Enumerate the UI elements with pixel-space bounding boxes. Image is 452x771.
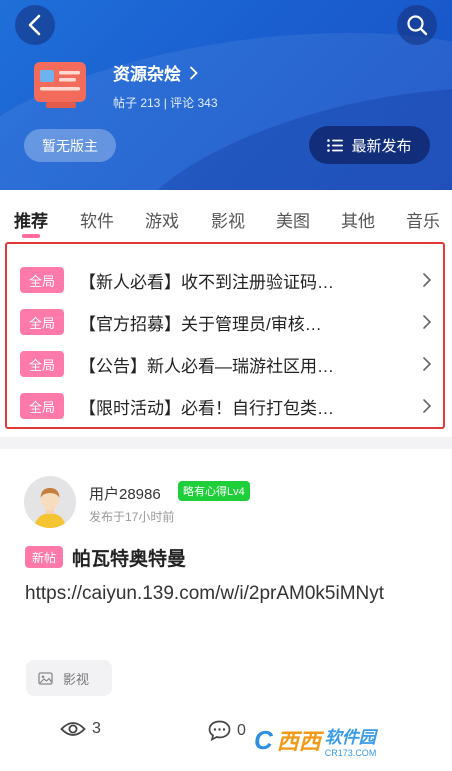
avatar[interactable] [24,476,76,528]
watermark-logo: C [254,724,273,755]
watermark: C 西西 软件园 CR173.COM [254,715,440,765]
no-moderator-button[interactable]: 暂无版主 [24,129,116,162]
global-tag: 全局 [20,309,64,335]
chevron-right-icon [423,273,432,287]
pinned-post-title: 【限时活动】必看！自行打包类… [79,398,334,418]
comment-count[interactable]: 0 [208,720,246,741]
view-count: 3 [60,720,101,738]
view-count-value: 3 [92,720,101,737]
pinned-post-title: 【官方招募】关于管理员/审核… [79,314,322,334]
post-category-chip[interactable]: 影视 [26,660,112,696]
comment-count-value: 0 [237,721,246,739]
post-body[interactable]: https://caiyun.139.com/w/i/2prAM0k5iMNyt [25,579,435,609]
comment-icon [208,720,231,741]
global-tag: 全局 [20,267,64,293]
tab-software[interactable]: 软件 [80,207,114,232]
latest-post-label: 最新发布 [351,137,412,155]
post-time: 发布于17小时前 [89,510,175,524]
active-tab-indicator [22,234,40,238]
list-icon [327,138,344,152]
image-icon [38,671,53,685]
tab-movies[interactable]: 影视 [211,207,245,232]
forum-name: 资源杂烩 [113,65,181,84]
pinned-post-title: 【新人必看】收不到注册验证码… [79,272,334,292]
chevron-right-icon [423,357,432,371]
tab-recommended[interactable]: 推荐 [14,207,48,232]
forum-header: 资源杂烩 帖子 213 | 评论 343 暂无版主 最新发布 [0,0,452,190]
eye-icon [60,722,86,736]
chevron-right-icon [190,66,198,79]
new-post-tag: 新帖 [25,546,63,568]
post-category-label: 影视 [63,671,90,687]
watermark-brand-secondary: 软件园 [324,727,376,747]
pinned-post-row[interactable]: 全局 【官方招募】关于管理员/审核… [7,301,443,343]
chevron-left-icon [28,14,41,36]
forum-icon [34,62,86,108]
search-icon [407,15,428,36]
chevron-right-icon [423,399,432,413]
watermark-domain: CR173.COM [324,747,377,758]
category-tabs: 推荐 软件 游戏 影视 美图 其他 音乐 [0,190,452,240]
forum-stats: 帖子 213 | 评论 343 [113,96,218,110]
search-button[interactable] [397,5,437,45]
tab-music[interactable]: 音乐 [406,207,440,232]
tab-pictures[interactable]: 美图 [276,207,310,232]
user-avatar-icon [24,476,76,528]
post-author-name[interactable]: 用户28986 [89,483,161,504]
watermark-brand: 西西 [276,729,321,754]
post-title[interactable]: 帕瓦特奥特曼 [72,544,186,571]
pinned-post-title: 【公告】新人必看—瑞游社区用… [79,356,334,376]
user-level-badge: 略有心得Lv4 [178,481,250,501]
pinned-post-row[interactable]: 全局 【新人必看】收不到注册验证码… [7,259,443,301]
global-tag: 全局 [20,351,64,377]
pinned-post-row[interactable]: 全局 【限时活动】必看！自行打包类… [7,385,443,427]
forum-title[interactable]: 资源杂烩 [113,60,198,85]
tab-games[interactable]: 游戏 [145,207,179,232]
latest-post-button[interactable]: 最新发布 [309,126,430,164]
pinned-posts-list: 全局 【新人必看】收不到注册验证码… 全局 【官方招募】关于管理员/审核… 全局… [5,242,445,429]
global-tag: 全局 [20,393,64,419]
section-divider [0,437,452,449]
back-button[interactable] [15,5,55,45]
pinned-post-row[interactable]: 全局 【公告】新人必看—瑞游社区用… [7,343,443,385]
tab-other[interactable]: 其他 [341,207,375,232]
chevron-right-icon [423,315,432,329]
